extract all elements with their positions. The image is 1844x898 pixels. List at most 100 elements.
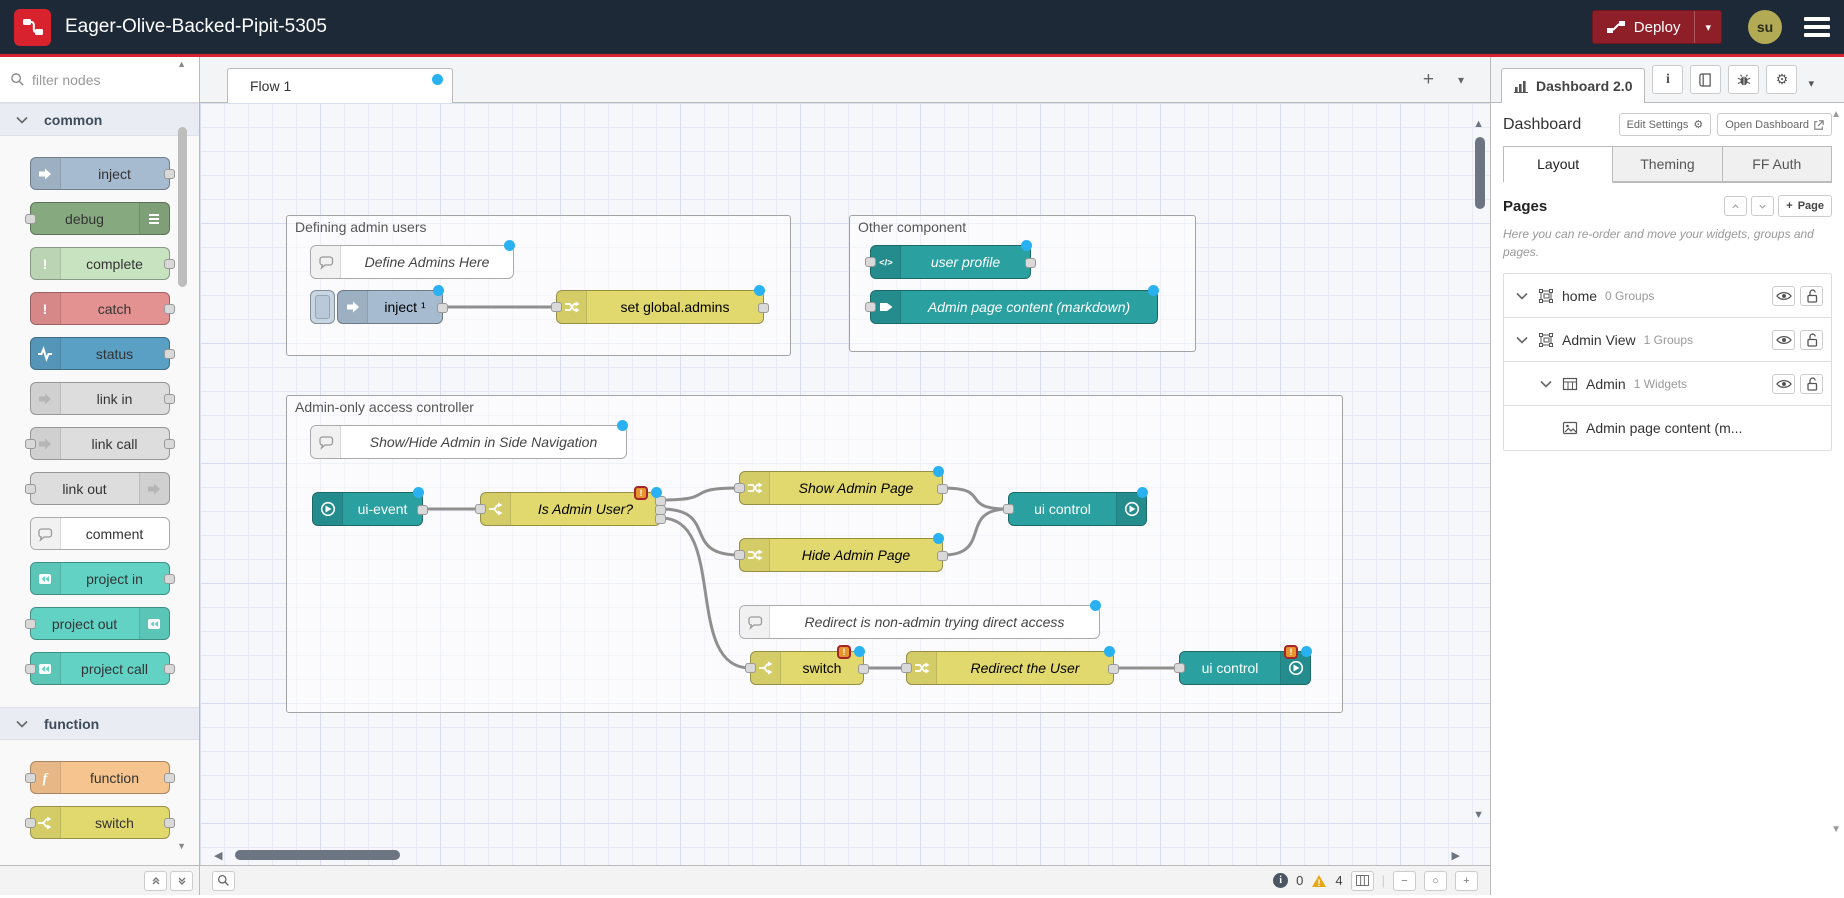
node-output-port[interactable] [1025, 258, 1036, 268]
warnings-icon[interactable]: ! [1311, 874, 1327, 888]
tab-theming[interactable]: Theming [1613, 146, 1722, 182]
node-ui-control-n-uictl1[interactable]: ui control [1008, 492, 1147, 526]
node-input-port[interactable] [25, 619, 36, 629]
visibility-toggle-button[interactable] [1772, 374, 1795, 394]
node-output-port[interactable] [164, 664, 175, 674]
node-output-port[interactable] [937, 551, 948, 561]
lock-toggle-button[interactable] [1800, 286, 1823, 306]
node-input-port[interactable] [25, 818, 36, 828]
palette-node-link-call[interactable]: link call [30, 427, 170, 460]
node-show-admin-page-n-show[interactable]: Show Admin Page [739, 471, 943, 505]
tab-ff-auth[interactable]: FF Auth [1723, 146, 1832, 182]
palette-node-project-out[interactable]: project out [30, 607, 170, 640]
deploy-button[interactable]: Deploy ▾ [1592, 10, 1722, 44]
palette-category-common[interactable]: common [0, 103, 199, 136]
edit-settings-button[interactable]: Edit Settings ⚙ [1619, 113, 1712, 136]
canvas-scroll-left-icon[interactable]: ◀ [214, 851, 222, 862]
flow-list-caret[interactable]: ▾ [1458, 73, 1464, 87]
node-hide-admin-page-n-hide[interactable]: Hide Admin Page [739, 538, 943, 572]
notices-icon[interactable]: i [1273, 873, 1288, 888]
tab-config-button[interactable]: ⚙ [1766, 65, 1797, 94]
add-flow-button[interactable]: + [1423, 69, 1434, 91]
palette-node-inject[interactable]: inject [30, 157, 170, 190]
node-input-port[interactable] [901, 663, 912, 673]
node-output-port[interactable] [164, 439, 175, 449]
node-output-port[interactable] [164, 394, 175, 404]
palette-scrollbar-thumb[interactable] [178, 127, 187, 287]
node-output-port[interactable] [417, 505, 428, 515]
flow-canvas[interactable]: ▲ ▼ ◀ ▶ Defining admin users Other compon… [200, 103, 1490, 865]
node-output-port[interactable] [758, 303, 769, 313]
page-move-up-button[interactable] [1724, 196, 1747, 216]
page-move-down-button[interactable] [1751, 196, 1774, 216]
node-show-hide-admin-in-side-navigation-c2[interactable]: Show/Hide Admin in Side Navigation [310, 425, 627, 459]
palette-node-complete[interactable]: !complete [30, 247, 170, 280]
canvas-search-button[interactable] [212, 871, 235, 891]
flow-group-defining-admin-users[interactable]: Defining admin users [286, 215, 791, 356]
tree-row-admin[interactable]: Admin1 Widgets [1504, 362, 1831, 406]
node-input-port[interactable] [25, 773, 36, 783]
node-redirect-is-non-admin-trying-direct-access-c3[interactable]: Redirect is non-admin trying direct acce… [739, 605, 1100, 639]
inject-trigger-button[interactable] [310, 290, 335, 324]
canvas-scroll-right-icon[interactable]: ▶ [1452, 851, 1460, 862]
tab-info-button[interactable]: i [1652, 65, 1683, 94]
user-avatar[interactable]: su [1748, 10, 1782, 44]
lock-toggle-button[interactable] [1800, 374, 1823, 394]
node-user-profile-n-profile[interactable]: </>user profile [870, 245, 1031, 279]
node-input-port[interactable] [475, 504, 486, 514]
node-redirect-the-user-n-redir[interactable]: Redirect the User [906, 651, 1114, 685]
node-input-port[interactable] [1003, 504, 1014, 514]
tree-row-admin-page-content-m[interactable]: Admin page content (m... [1504, 406, 1831, 450]
node-input-port[interactable] [25, 439, 36, 449]
palette-category-function[interactable]: function [0, 707, 199, 740]
node-is-admin-user-n-isadmin[interactable]: Is Admin User?! [480, 492, 661, 526]
node-input-port[interactable] [551, 302, 562, 312]
zoom-in-button[interactable]: + [1455, 871, 1478, 891]
tree-row-home[interactable]: home0 Groups [1504, 274, 1831, 318]
flow-group-other-component[interactable]: Other component [849, 215, 1196, 352]
node-output-port[interactable] [164, 349, 175, 359]
palette-filter-input[interactable] [32, 72, 172, 88]
node-input-port[interactable] [25, 214, 36, 224]
node-inject-n-inject[interactable]: inject ¹ [337, 290, 443, 324]
tab-debug-button[interactable] [1728, 65, 1759, 94]
chevron-down-icon[interactable] [1514, 332, 1530, 348]
node-output-port[interactable] [858, 664, 869, 674]
palette-node-comment[interactable]: comment [30, 517, 170, 550]
palette-node-switch[interactable]: switch [30, 806, 170, 839]
tree-row-admin-view[interactable]: Admin View1 Groups [1504, 318, 1831, 362]
canvas-horizontal-scrollbar[interactable]: ◀ ▶ [200, 847, 1490, 863]
palette-scroll-up-icon[interactable]: ▲ [177, 59, 186, 69]
node-output-port[interactable] [937, 484, 948, 494]
zoom-reset-button[interactable]: ○ [1424, 871, 1447, 891]
node-set-global-admins-n-set[interactable]: set global.admins [556, 290, 764, 324]
palette-node-project-call[interactable]: project call [30, 652, 170, 685]
canvas-vertical-scrollbar[interactable]: ▲ ▼ [1472, 103, 1488, 865]
node-input-port[interactable] [745, 663, 756, 673]
chevron-down-icon[interactable] [1514, 288, 1530, 304]
tab-flow-1[interactable]: Flow 1 [227, 68, 453, 103]
node-output-port[interactable] [164, 259, 175, 269]
sidebar-scroll-up-icon[interactable]: ▲ [1831, 109, 1841, 120]
palette-node-link-out[interactable]: link out [30, 472, 170, 505]
deploy-options-caret[interactable]: ▾ [1694, 11, 1721, 43]
node-input-port[interactable] [734, 550, 745, 560]
visibility-toggle-button[interactable] [1772, 330, 1795, 350]
add-page-button[interactable]: + Page [1778, 195, 1832, 217]
palette-expand-all-button[interactable] [170, 871, 193, 891]
palette-node-debug[interactable]: debug [30, 202, 170, 235]
palette-node-status[interactable]: status [30, 337, 170, 370]
palette-node-catch[interactable]: !catch [30, 292, 170, 325]
tab-help-button[interactable] [1690, 65, 1721, 94]
canvas-scroll-down-icon[interactable]: ▼ [1473, 810, 1484, 821]
node-output-port[interactable] [164, 574, 175, 584]
sidebar-scroll-down-icon[interactable]: ▼ [1831, 824, 1841, 835]
node-ui-control-n-uictl2[interactable]: ui control! [1179, 651, 1311, 685]
node-output-port[interactable] [164, 304, 175, 314]
minimap-toggle-button[interactable] [1351, 871, 1374, 891]
tab-layout[interactable]: Layout [1503, 146, 1613, 183]
node-output-port[interactable] [655, 514, 666, 524]
open-dashboard-button[interactable]: Open Dashboard [1717, 113, 1832, 136]
node-output-port[interactable] [1108, 664, 1119, 674]
node-input-port[interactable] [25, 664, 36, 674]
